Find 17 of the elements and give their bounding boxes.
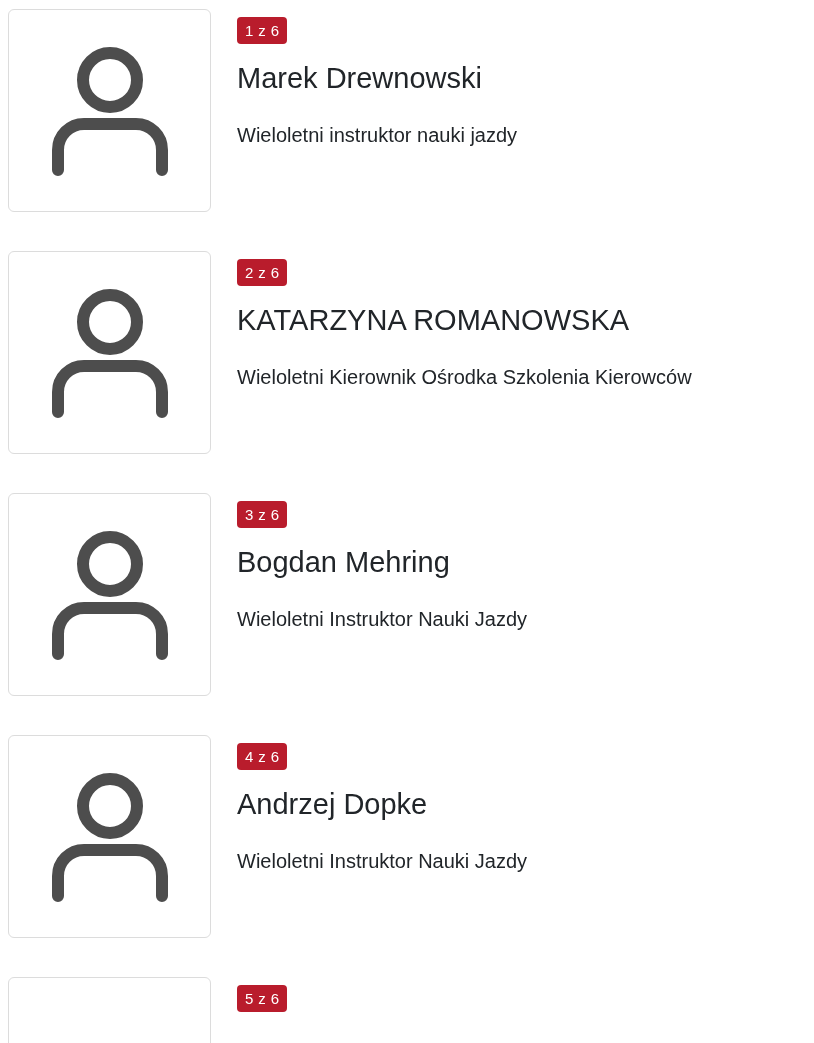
person-role: Wieloletni instruktor nauki jazdy <box>237 123 518 149</box>
person-role: Wieloletni Instruktor Nauki Jazdy <box>237 849 528 875</box>
person-name: KATARZYNA ROMANOWSKA <box>237 303 630 338</box>
counter-badge: 5 z 6 <box>237 985 288 1012</box>
counter-badge: 4 z 6 <box>237 743 288 770</box>
person-name: Andrzej Dopke <box>237 787 428 822</box>
person-name: Bogdan Mehring <box>237 545 450 580</box>
person-name: Marek Drewnowski <box>237 61 482 96</box>
person-icon <box>51 529 168 660</box>
counter-badge: 2 z 6 <box>237 259 288 286</box>
person-icon <box>51 287 168 418</box>
person-icon <box>51 771 168 902</box>
counter-badge: 1 z 6 <box>237 17 288 44</box>
counter-badge: 3 z 6 <box>237 501 288 528</box>
person-role: Wieloletni Instruktor Nauki Jazdy <box>237 607 528 633</box>
person-role: Wieloletni Kierownik Ośrodka Szkolenia Kierowców <box>237 365 692 391</box>
person-icon <box>51 45 168 176</box>
